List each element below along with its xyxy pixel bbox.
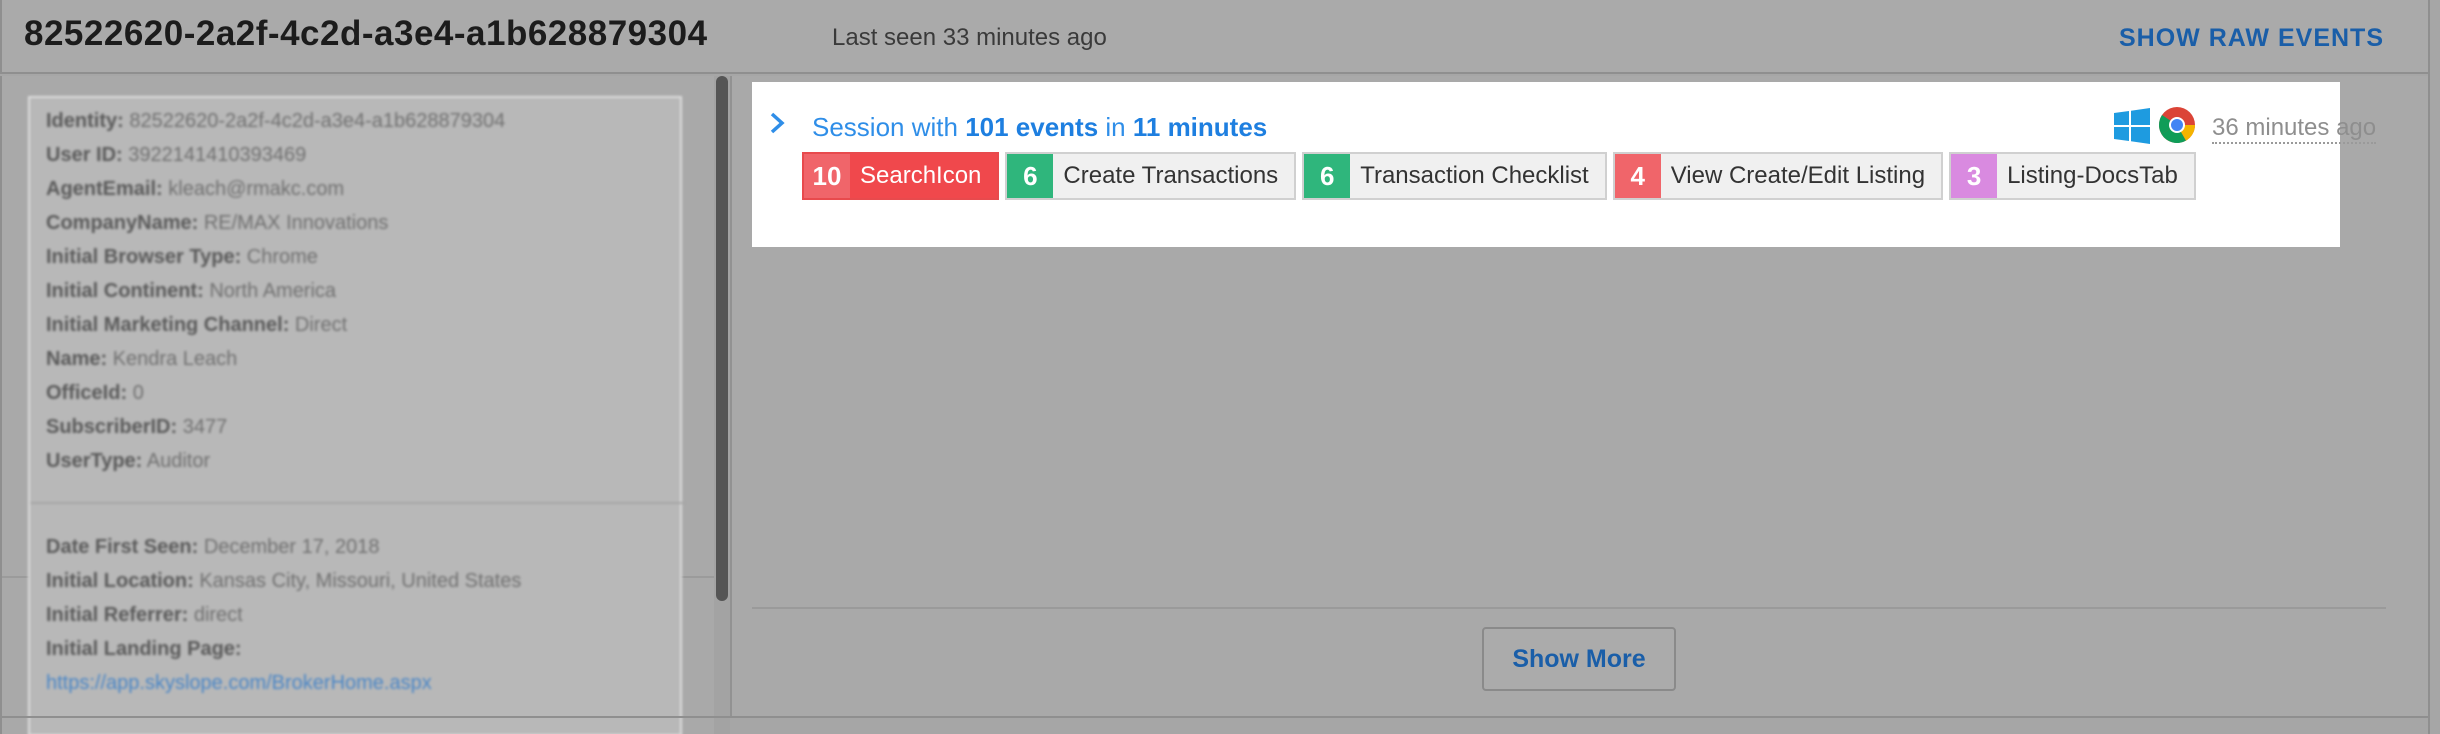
event-chip-label: Create Transactions (1053, 154, 1295, 198)
event-chip-label: SearchIcon (850, 154, 998, 198)
property-row: OfficeId: 0 (46, 382, 144, 404)
properties-separator (30, 502, 684, 504)
properties-card: Identity: 82522620-2a2f-4c2d-a3e4-a1b628… (28, 96, 684, 734)
property-row: Name: Kendra Leach (46, 348, 238, 370)
event-chip[interactable]: 3 Listing-DocsTab (1949, 152, 2196, 200)
session-duration: 11 minutes (1132, 112, 1268, 142)
chrome-icon (2159, 107, 2195, 144)
property-row: Initial Continent: North America (46, 280, 337, 302)
user-properties-panel: Identity: 82522620-2a2f-4c2d-a3e4-a1b628… (0, 76, 730, 734)
property-row: UserType: Auditor (46, 450, 211, 472)
event-chip-count: 6 (1304, 154, 1351, 198)
event-chip-count: 4 (1614, 154, 1661, 198)
profile-header: 82522620-2a2f-4c2d-a3e4-a1b628879304 Las… (0, 0, 2428, 74)
user-id-title: 82522620-2a2f-4c2d-a3e4-a1b628879304 (24, 14, 708, 53)
landing-page-link[interactable]: https://app.skyslope.com/BrokerHome.aspx (46, 672, 432, 695)
property-row: Initial Landing Page: (46, 638, 242, 660)
right-border (2428, 0, 2430, 734)
property-row: AgentEmail: kleach@rmakc.com (46, 178, 345, 200)
property-row: CompanyName: RE/MAX Innovations (46, 212, 389, 234)
event-chip-count: 3 (1951, 154, 1998, 198)
windows-icon (2114, 108, 2150, 144)
session-time-ago: 36 minutes ago (2212, 114, 2377, 144)
event-chip[interactable]: 4 View Create/Edit Listing (1612, 152, 1944, 200)
scrollbar-thumb[interactable] (716, 76, 728, 601)
event-chip-label: Transaction Checklist (1350, 154, 1605, 198)
property-row: Identity: 82522620-2a2f-4c2d-a3e4-a1b628… (46, 110, 506, 132)
property-row: Initial Referrer: direct (46, 604, 243, 626)
event-chip[interactable]: 6 Create Transactions (1005, 152, 1297, 200)
event-chip-count: 6 (1007, 154, 1054, 198)
property-row: Initial Location: Kansas City, Missouri,… (46, 570, 522, 592)
property-row: User ID: 3922141410393469 (46, 144, 307, 166)
event-chip-label: Listing-DocsTab (1997, 154, 2194, 198)
event-chip[interactable]: 10 SearchIcon (802, 152, 1000, 200)
event-chip[interactable]: 6 Transaction Checklist (1302, 152, 1607, 200)
last-seen-text: Last seen 33 minutes ago (832, 24, 1107, 51)
session-title[interactable]: Session with 101 events in 11 minutes (812, 112, 1267, 143)
show-more-button[interactable]: Show More (1482, 627, 1676, 691)
event-chips: 10 SearchIcon 6 Create Transactions 6 Transac… (802, 152, 2196, 200)
property-row: Initial Browser Type: Chrome (46, 246, 318, 268)
show-raw-events-button[interactable]: SHOW RAW EVENTS (2119, 24, 2384, 53)
property-row: Initial Marketing Channel: Direct (46, 314, 348, 336)
bottom-border (0, 716, 2428, 718)
event-chip-label: View Create/Edit Listing (1660, 154, 1942, 198)
session-card: Session with 101 events in 11 minutes 36… (752, 82, 2377, 247)
session-event-count: 101 events (965, 112, 1099, 142)
property-row: Date First Seen: December 17, 2018 (46, 536, 380, 558)
property-row: SubscriberID: 3477 (46, 416, 228, 438)
event-chip-count: 10 (804, 154, 850, 198)
sessions-divider (752, 607, 2386, 609)
chevron-right-icon[interactable] (766, 112, 788, 134)
